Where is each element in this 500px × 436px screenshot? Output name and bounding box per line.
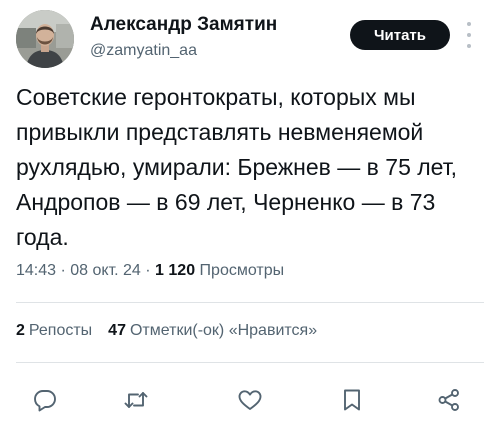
like-button[interactable] <box>230 380 270 420</box>
tweet-text: Советские геронтократы, которых мы привы… <box>16 84 458 250</box>
author-handle[interactable]: @zamyatin_aa <box>90 42 197 60</box>
reply-icon <box>34 390 56 412</box>
tweet-card: Александр Замятин @zamyatin_aa Читать Со… <box>0 0 500 436</box>
likes-count: 47 <box>108 322 126 339</box>
tweet-stats: 2 Репосты 47 Отметки(-ок) «Нравится» <box>16 322 317 340</box>
dot <box>467 33 471 37</box>
tweet-time[interactable]: 14:43 <box>16 262 56 279</box>
bookmark-button[interactable] <box>332 380 372 420</box>
more-options-icon[interactable] <box>462 22 476 48</box>
meta-separator: · <box>140 262 156 279</box>
reply-button[interactable] <box>25 380 65 420</box>
dot <box>467 22 471 26</box>
bookmark-icon <box>344 389 360 411</box>
action-bar <box>0 380 500 420</box>
heart-icon <box>238 390 262 410</box>
avatar-image <box>16 10 74 68</box>
divider <box>16 302 484 303</box>
tweet-meta: 14:43 · 08 окт. 24 · 1 120 Просмотры <box>16 262 284 280</box>
author-name[interactable]: Александр Замятин <box>90 14 277 36</box>
avatar[interactable] <box>16 10 74 68</box>
meta-separator: · <box>56 262 71 279</box>
likes-stat[interactable]: 47 Отметки(-ок) «Нравится» <box>108 322 317 339</box>
reposts-count: 2 <box>16 322 25 339</box>
reposts-stat[interactable]: 2 Репосты <box>16 322 92 339</box>
share-button[interactable] <box>429 380 469 420</box>
views-count: 1 120 <box>155 262 196 279</box>
tweet-date[interactable]: 08 окт. 24 <box>70 262 141 279</box>
reposts-label: Репосты <box>28 322 93 339</box>
follow-button[interactable]: Читать <box>350 20 450 50</box>
share-icon <box>438 389 459 411</box>
likes-label: Отметки(-ок) «Нравится» <box>129 322 318 339</box>
dot <box>467 44 471 48</box>
divider <box>16 362 484 363</box>
views-label: Просмотры <box>199 262 285 279</box>
repost-button[interactable] <box>116 380 156 420</box>
repost-icon <box>124 392 148 408</box>
